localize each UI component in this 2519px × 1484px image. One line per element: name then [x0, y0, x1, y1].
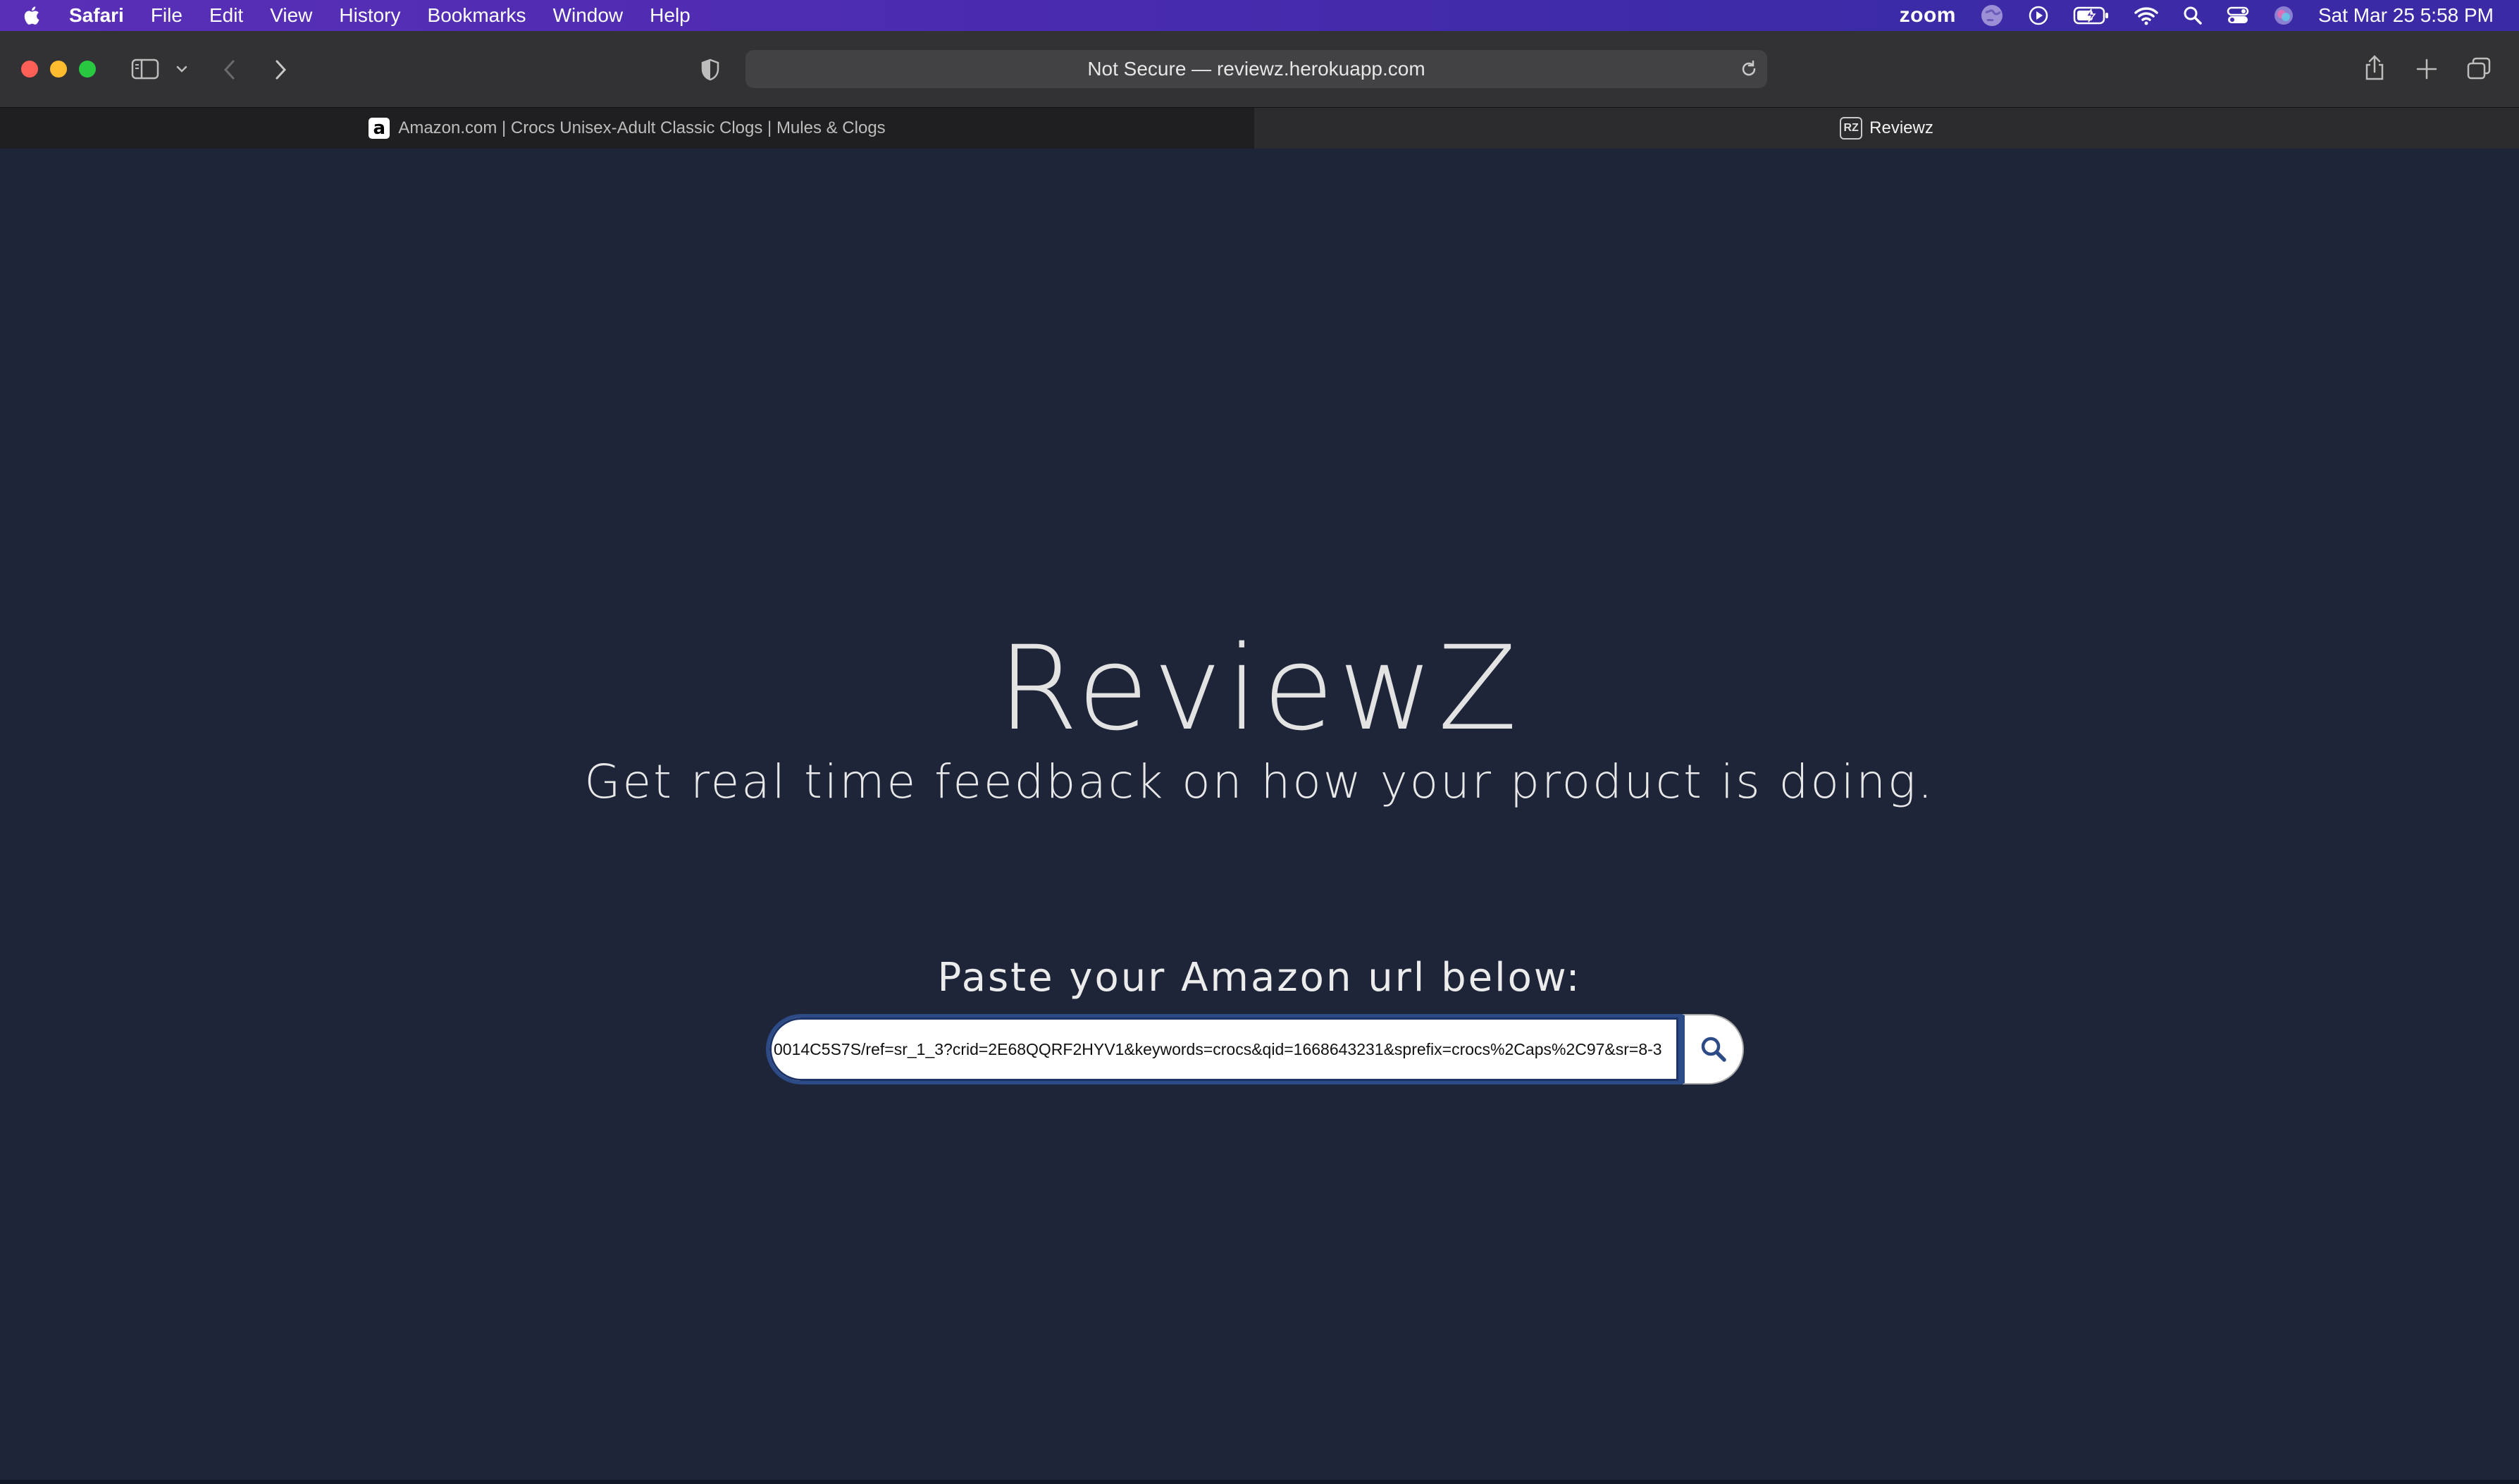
fullscreen-window-button[interactable] [79, 61, 96, 78]
address-bar[interactable]: Not Secure — reviewz.herokuapp.com [745, 50, 1767, 88]
tab-amazon[interactable]: a Amazon.com | Crocs Unisex-Adult Classi… [0, 108, 1254, 149]
page-subtitle: Get real time feedback on how your produ… [584, 755, 1935, 809]
page-content: ReviewZ Get real time feedback on how yo… [0, 149, 2519, 1484]
tab-bar: a Amazon.com | Crocs Unisex-Adult Classi… [0, 107, 2519, 149]
siri-icon[interactable] [2273, 5, 2294, 26]
menu-help[interactable]: Help [650, 4, 691, 27]
menu-app-name[interactable]: Safari [69, 4, 124, 27]
tab-label: Reviewz [1869, 118, 1933, 137]
browser-toolbar: Not Secure — reviewz.herokuapp.com [0, 31, 2519, 107]
apple-logo-icon[interactable] [21, 5, 41, 26]
globe-icon[interactable] [1980, 4, 2004, 27]
tab-overview-icon[interactable] [2466, 56, 2492, 82]
reload-icon[interactable] [1739, 59, 1759, 79]
chevron-down-icon[interactable] [175, 63, 189, 75]
window-bottom-edge [0, 1480, 2519, 1484]
zoom-status-item[interactable]: zoom [1900, 4, 1956, 27]
amazon-url-input[interactable] [766, 1014, 1682, 1084]
status-area: zoom Sat Mar 25 5:58 PM [1876, 0, 2494, 31]
menu-file[interactable]: File [151, 4, 182, 27]
address-text[interactable]: Not Secure — reviewz.herokuapp.com [745, 50, 1767, 88]
wifi-icon[interactable] [2134, 6, 2159, 25]
url-prompt-label: Paste your Amazon url below: [937, 955, 1582, 1001]
tab-reviewz[interactable]: RZ Reviewz [1254, 108, 2519, 149]
menu-view[interactable]: View [270, 4, 312, 27]
back-icon[interactable] [221, 58, 238, 82]
new-tab-icon[interactable] [2415, 58, 2438, 80]
forward-icon[interactable] [272, 58, 289, 82]
menu-datetime[interactable]: Sat Mar 25 5:58 PM [2318, 4, 2494, 27]
control-center-icon[interactable] [2227, 6, 2249, 25]
magnifier-icon [1701, 1037, 1726, 1062]
menu-edit[interactable]: Edit [209, 4, 243, 27]
menu-bar: Safari File Edit View History Bookmarks … [0, 0, 2519, 31]
menu-window[interactable]: Window [553, 4, 624, 27]
reviewz-favicon-icon: RZ [1840, 117, 1863, 140]
close-window-button[interactable] [21, 61, 38, 78]
sidebar-toggle-icon[interactable] [131, 58, 159, 80]
minimize-window-button[interactable] [50, 61, 67, 78]
menu-bookmarks[interactable]: Bookmarks [428, 4, 526, 27]
play-icon[interactable] [2028, 5, 2049, 26]
battery-icon[interactable] [2073, 6, 2110, 25]
tab-label: Amazon.com | Crocs Unisex-Adult Classic … [398, 118, 886, 137]
share-icon[interactable] [2363, 54, 2386, 82]
search-icon[interactable] [2183, 6, 2203, 25]
privacy-shield-icon[interactable] [699, 58, 722, 82]
url-search-form [766, 1014, 1744, 1084]
search-button[interactable] [1682, 1014, 1744, 1084]
menu-history[interactable]: History [339, 4, 400, 27]
page-title: ReviewZ [997, 621, 1522, 756]
amazon-favicon-icon: a [369, 118, 390, 139]
